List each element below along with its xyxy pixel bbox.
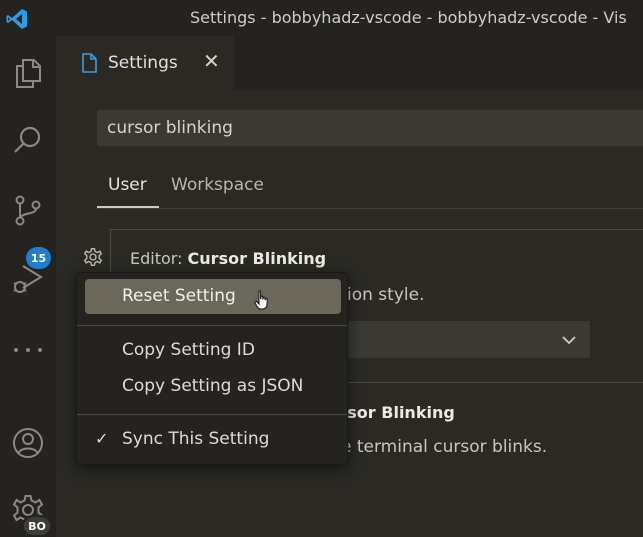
search-icon[interactable] xyxy=(8,120,48,160)
menu-separator xyxy=(77,325,347,326)
menu-item-label: Reset Setting xyxy=(122,286,236,306)
settings-search-input[interactable]: cursor blinking xyxy=(97,110,643,146)
more-icon[interactable] xyxy=(8,330,48,370)
divider xyxy=(97,208,643,209)
tab-workspace[interactable]: Workspace xyxy=(171,175,264,195)
chevron-down-icon xyxy=(562,336,576,345)
title-bar: Settings - bobbyhadz-vscode - bobbyhadz-… xyxy=(0,0,643,36)
close-tab-icon[interactable]: ✕ xyxy=(203,51,220,71)
setting-context-menu: Reset Setting Copy Setting ID Copy Setti… xyxy=(76,272,348,465)
vscode-logo-icon xyxy=(5,7,29,31)
setting-name: Cursor Blinking xyxy=(187,249,327,268)
check-icon: ✓ xyxy=(95,429,109,448)
setting2-description: e terminal cursor blinks. xyxy=(341,437,548,457)
menu-item-label: Copy Setting ID xyxy=(122,340,255,360)
run-debug-icon[interactable] xyxy=(8,258,48,298)
menu-item-sync-setting[interactable]: ✓ Sync This Setting xyxy=(85,422,341,457)
menu-item-reset-setting[interactable]: Reset Setting xyxy=(85,279,341,314)
source-control-icon[interactable] xyxy=(8,190,48,230)
window-title: Settings - bobbyhadz-vscode - bobbyhadz-… xyxy=(190,8,627,27)
setting-description: ion style. xyxy=(347,285,425,305)
setting-title: Editor: Cursor Blinking xyxy=(130,249,326,268)
tab-user[interactable]: User xyxy=(108,175,147,195)
setting-dropdown[interactable] xyxy=(330,321,590,358)
hand-pointer-icon xyxy=(254,290,268,310)
menu-item-label: Sync This Setting xyxy=(122,429,270,449)
menu-item-copy-setting-id[interactable]: Copy Setting ID xyxy=(85,333,341,368)
tab-bar: Settings ✕ xyxy=(56,36,643,90)
account-icon[interactable] xyxy=(8,423,48,463)
setting-category: Editor: xyxy=(130,249,188,268)
tab-settings[interactable]: Settings ✕ xyxy=(56,36,234,90)
menu-separator xyxy=(77,414,347,415)
search-value: cursor blinking xyxy=(107,118,233,138)
menu-item-label: Copy Setting as JSON xyxy=(122,376,304,396)
account-badge: BO xyxy=(22,515,52,537)
explorer-icon[interactable] xyxy=(8,53,48,93)
file-icon xyxy=(82,53,97,73)
tab-label: Settings xyxy=(108,53,178,73)
setting-gear-icon[interactable] xyxy=(80,244,106,270)
menu-item-copy-setting-json[interactable]: Copy Setting as JSON xyxy=(85,369,341,404)
activity-bar: 15 xyxy=(0,36,56,537)
